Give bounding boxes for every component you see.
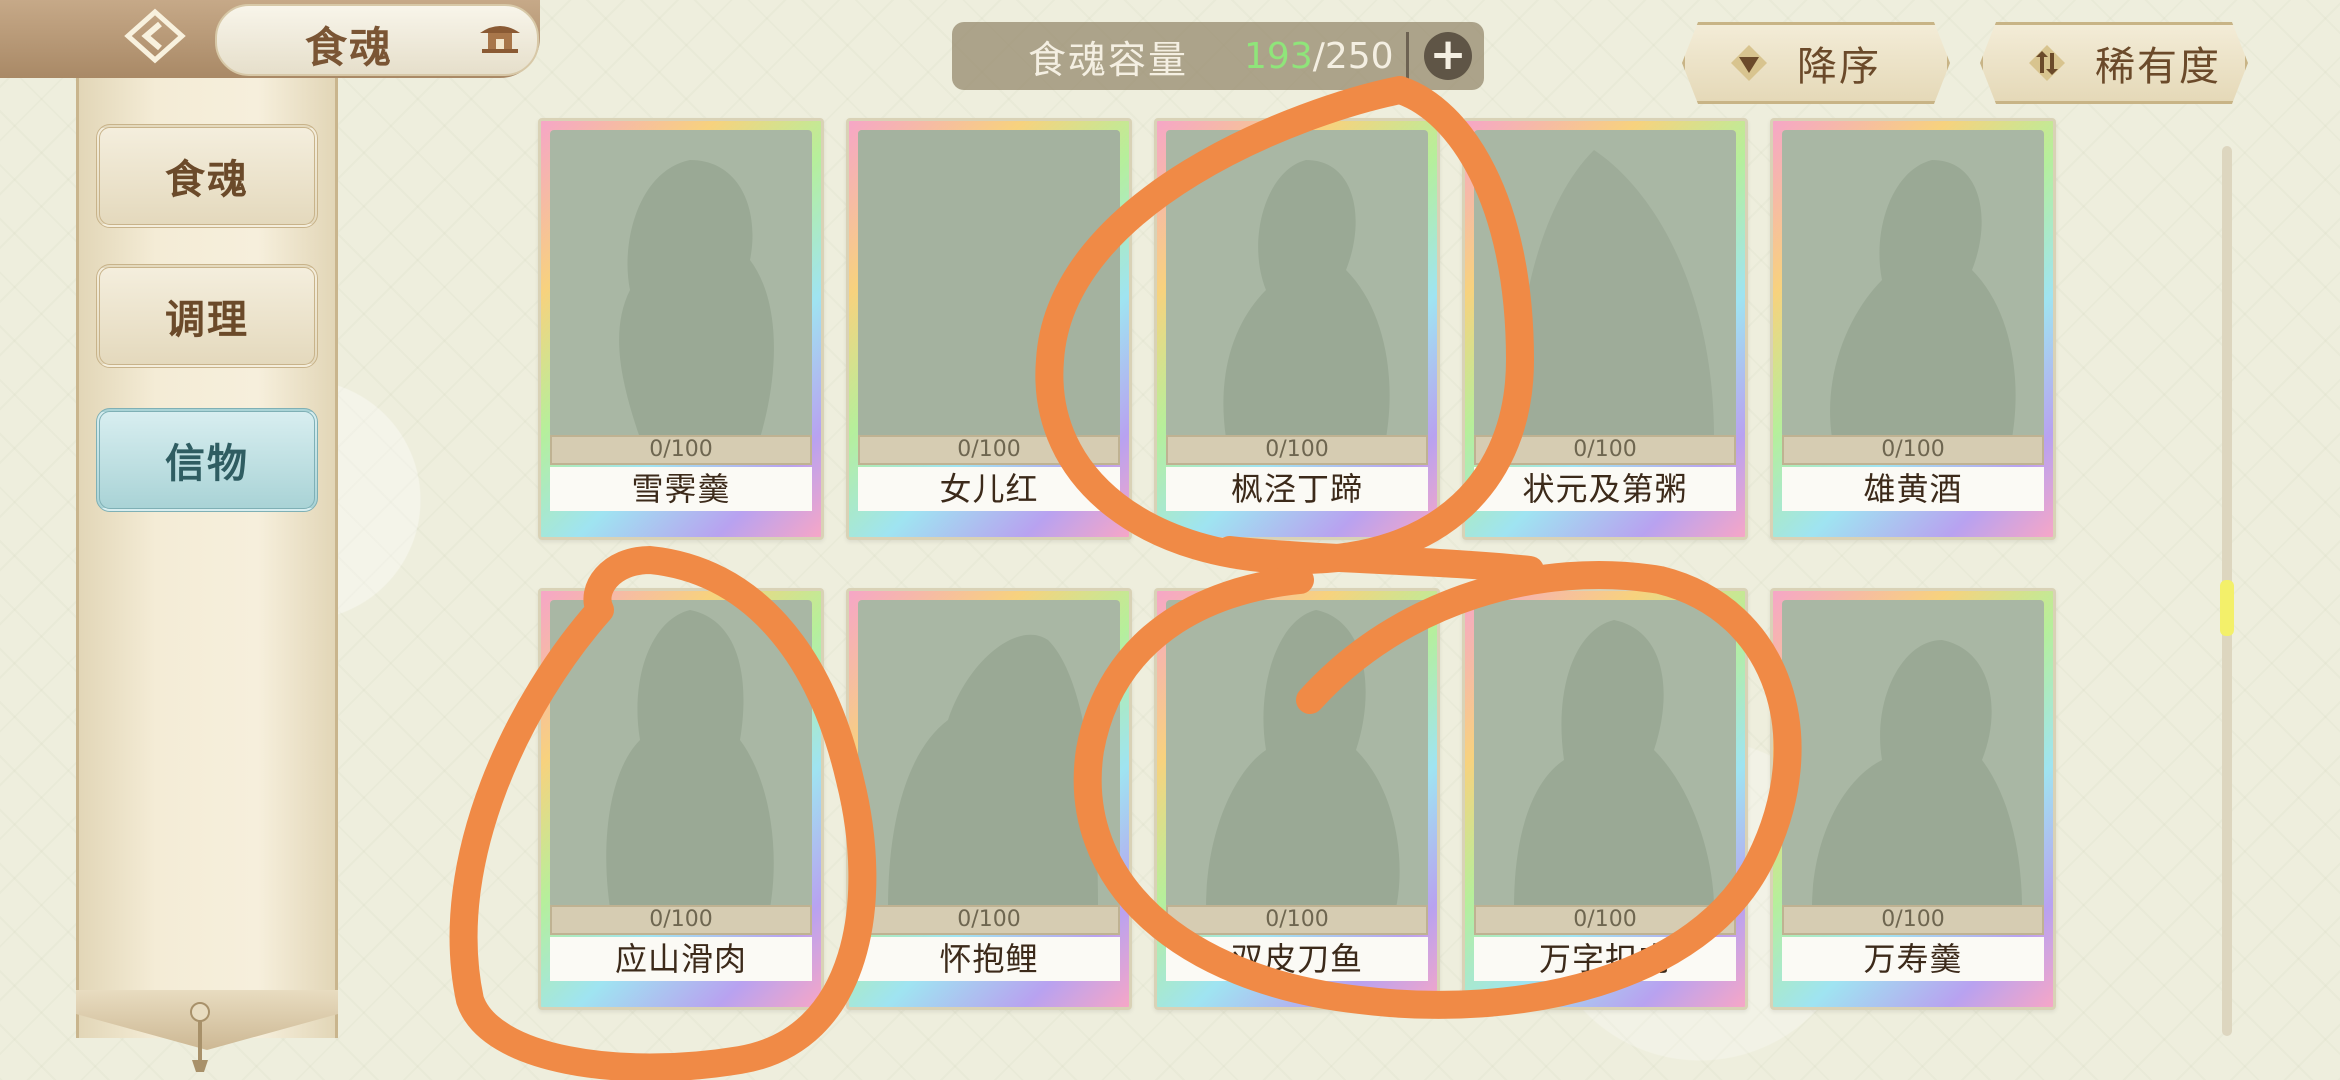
triangle-down-icon: [1727, 41, 1771, 85]
affection-progress: 0/100: [858, 435, 1120, 465]
card-name: 万寿羹: [1782, 937, 2044, 981]
scrollbar-thumb[interactable]: [2220, 580, 2234, 636]
sort-order-label: 降序: [1797, 44, 1881, 90]
affection-progress: 0/100: [1166, 435, 1428, 465]
annotation-connector: [1216, 536, 1544, 584]
silhouette-portrait: [550, 600, 812, 908]
sort-rarity-button[interactable]: 稀有度: [1980, 22, 2248, 104]
card-6[interactable]: 0/100 应山滑肉: [538, 588, 824, 1010]
card-name: 万字扣肉: [1474, 937, 1736, 981]
affection-progress: 0/100: [1474, 435, 1736, 465]
card-1[interactable]: 0/100 雪霁羹: [538, 118, 824, 540]
sidebar-item-cooking[interactable]: 调理: [96, 264, 318, 368]
affection-progress: 0/100: [1474, 905, 1736, 935]
silhouette-portrait: [1166, 600, 1428, 908]
sidebar-item-food-souls[interactable]: 食魂: [96, 124, 318, 228]
plus-icon: +: [1429, 29, 1467, 80]
silhouette-portrait: [858, 600, 1120, 908]
silhouette-portrait: [1782, 600, 2044, 908]
silhouette-portrait: [550, 130, 812, 438]
sort-order-button[interactable]: 降序: [1682, 22, 1950, 104]
capacity-current: 193: [1244, 35, 1313, 77]
sidebar-item-label: 信物: [165, 441, 249, 487]
silhouette-portrait: [1474, 130, 1736, 438]
card-name: 枫泾丁蹄: [1166, 467, 1428, 511]
card-5[interactable]: 0/100 雄黄酒: [1770, 118, 2056, 540]
card-2[interactable]: 0/100 女儿红: [846, 118, 1132, 540]
sidebar-item-label: 调理: [165, 297, 249, 343]
silhouette-portrait: [1782, 130, 2044, 438]
pavilion-icon: [476, 17, 524, 61]
back-button[interactable]: [110, 6, 200, 70]
affection-progress: 0/100: [1782, 435, 2044, 465]
silhouette-portrait: [858, 130, 1120, 438]
card-name: 双皮刀鱼: [1166, 937, 1428, 981]
capacity-bar: 食魂容量 193/250 +: [952, 22, 1484, 90]
affection-progress: 0/100: [858, 905, 1120, 935]
card-name: 怀抱鲤: [858, 937, 1120, 981]
capacity-value: 193/250: [1244, 36, 1394, 77]
tassel-icon: [190, 1002, 210, 1072]
card-3[interactable]: 0/100 枫泾丁蹄: [1154, 118, 1440, 540]
card-name: 雄黄酒: [1782, 467, 2044, 511]
card-4[interactable]: 0/100 状元及第粥: [1462, 118, 1748, 540]
affection-progress: 0/100: [550, 905, 812, 935]
divider: [1406, 32, 1409, 80]
capacity-label: 食魂容量: [1028, 37, 1189, 82]
silhouette-portrait: [1474, 600, 1736, 908]
affection-progress: 0/100: [550, 435, 812, 465]
page-title: 食魂: [305, 23, 394, 72]
affection-progress: 0/100: [1166, 905, 1428, 935]
sort-rarity-label: 稀有度: [2095, 44, 2221, 90]
card-8[interactable]: 0/100 双皮刀鱼: [1154, 588, 1440, 1010]
capacity-max: /250: [1312, 35, 1394, 77]
home-button[interactable]: [470, 14, 530, 64]
card-name: 应山滑肉: [550, 937, 812, 981]
card-name: 雪霁羹: [550, 467, 812, 511]
sort-arrows-icon: [2025, 41, 2069, 85]
card-10[interactable]: 0/100 万寿羹: [1770, 588, 2056, 1010]
chevron-left-diamond-icon: [120, 8, 190, 68]
sidebar-item-tokens[interactable]: 信物: [96, 408, 318, 512]
card-name: 状元及第粥: [1474, 467, 1736, 511]
card-name: 女儿红: [858, 467, 1120, 511]
sidebar-item-label: 食魂: [165, 157, 249, 203]
add-capacity-button[interactable]: +: [1424, 32, 1472, 80]
card-7[interactable]: 0/100 怀抱鲤: [846, 588, 1132, 1010]
card-9[interactable]: 0/100 万字扣肉: [1462, 588, 1748, 1010]
affection-progress: 0/100: [1782, 905, 2044, 935]
silhouette-portrait: [1166, 130, 1428, 438]
